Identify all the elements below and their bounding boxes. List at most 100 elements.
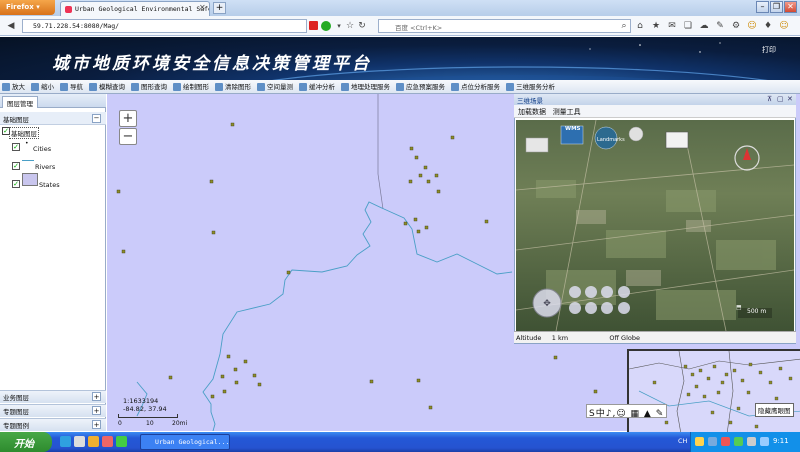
taskbar-window-label: Urban Geological... xyxy=(155,438,230,446)
tab-layer-management[interactable]: 图层管理 xyxy=(2,96,38,108)
addon-icon-1[interactable]: ✉ xyxy=(666,20,678,32)
tray-icon-4[interactable] xyxy=(734,437,743,446)
navigate-tool[interactable]: 导航 xyxy=(58,80,87,93)
zoom-out-tool[interactable]: 缩小 xyxy=(29,80,58,93)
search-icon[interactable]: ⌕ xyxy=(618,20,630,32)
addon-icon-4[interactable]: ✎ xyxy=(714,20,726,32)
close-tab-icon[interactable]: ✕ xyxy=(199,3,206,12)
address-bar[interactable]: 59.71.228.54:8080/Mag/ xyxy=(22,19,307,33)
browser-tab[interactable]: Urban Geological Environmental Safe··· xyxy=(60,1,210,16)
cities-checkbox[interactable]: ✓ xyxy=(12,143,20,151)
search-placeholder: <Ctrl+K> xyxy=(410,24,443,32)
home-icon[interactable]: ⌂ xyxy=(634,20,646,32)
load-data-button[interactable]: 加载数据 xyxy=(518,108,546,116)
clear-shape-tool[interactable]: 清除图形 xyxy=(213,80,255,93)
addon-icon-5[interactable]: ⚙ xyxy=(730,20,742,32)
measure-tools-button[interactable]: 测量工具 xyxy=(553,108,581,116)
svg-text:✥: ✥ xyxy=(543,299,551,309)
addon-icon-6[interactable]: ☺ xyxy=(746,20,758,32)
globe-canvas: ✥ ⬒ xyxy=(516,120,794,331)
states-checkbox[interactable]: ✓ xyxy=(12,180,20,188)
cursor-coordinates: -84.82, 37.94 xyxy=(123,405,167,413)
point-analysis-tool[interactable]: 点位分析服务 xyxy=(449,80,504,93)
city-point-icon: • xyxy=(25,140,29,147)
addon-icon-3[interactable]: ☁ xyxy=(698,20,710,32)
3d-tools-bar: 加载数据 测量工具 xyxy=(514,105,796,118)
svg-text:⬒: ⬒ xyxy=(736,304,742,311)
flag-icon xyxy=(309,21,318,30)
close-panel-icon[interactable]: ✕ xyxy=(787,95,793,103)
addon-icon-8[interactable]: ☺ xyxy=(778,20,790,32)
addon-icon-2[interactable]: ❏ xyxy=(682,20,694,32)
language-indicator[interactable]: CH xyxy=(678,437,687,445)
altitude-label: Altitude xyxy=(516,334,542,342)
reload-icon[interactable]: ↻ xyxy=(356,20,368,32)
ime-toolbar[interactable]: S中♪,☺ ▦ ▲ ✎ xyxy=(586,404,668,419)
3d-status-bar: Altitude 1 km Off Globe xyxy=(514,331,796,343)
collapse-icon[interactable]: − xyxy=(92,114,101,123)
expand-icon[interactable]: + xyxy=(92,420,101,429)
clock: 9:11 xyxy=(773,437,789,445)
draw-shape-tool[interactable]: 绘制图形 xyxy=(171,80,213,93)
altitude-value: 1 km xyxy=(551,334,569,342)
river-line xyxy=(202,201,385,431)
search-box[interactable]: 百度 <Ctrl+K> xyxy=(378,19,631,33)
addon-icon-7[interactable]: ♦ xyxy=(762,20,774,32)
fuzzy-query-tool[interactable]: 模糊查询 xyxy=(87,80,129,93)
overview-canvas xyxy=(629,351,800,432)
tray-icon-3[interactable] xyxy=(721,437,730,446)
emergency-plan-tool[interactable]: 应急预案服务 xyxy=(394,80,449,93)
scale-bar xyxy=(118,414,178,418)
buffer-analysis-tool[interactable]: 缓冲分析 xyxy=(297,80,339,93)
maximize-panel-icon[interactable]: ▢ xyxy=(777,95,784,103)
quicklaunch-firefox-icon[interactable] xyxy=(102,436,113,447)
3d-panel-header: 三维场景 xyxy=(514,94,796,105)
minimize-window-icon[interactable]: – xyxy=(756,1,769,13)
root-layer-label[interactable]: 基础图层 xyxy=(9,127,39,139)
search-engine-label: 百度 xyxy=(395,24,408,32)
bookmark-star-icon[interactable]: ☆ xyxy=(344,20,356,32)
3d-globe-view[interactable]: ✥ ⬒ xyxy=(516,120,794,331)
collapse-panel-icon[interactable]: ⊼ xyxy=(767,95,772,103)
start-label: 开始 xyxy=(14,439,34,450)
landmarks-label: Landmarks xyxy=(597,137,625,143)
go-icon[interactable] xyxy=(321,21,331,31)
quicklaunch-folder-icon[interactable] xyxy=(88,436,99,447)
state-polygon-icon xyxy=(22,173,38,186)
state-boundary xyxy=(377,94,384,210)
expand-icon[interactable]: + xyxy=(92,406,101,415)
thematic-layer-label: 专题图层 xyxy=(3,408,29,416)
shape-query-tool[interactable]: 图形查询 xyxy=(129,80,171,93)
bookmarks-icon[interactable]: ★ xyxy=(650,20,662,32)
zoom-in-button[interactable]: + xyxy=(119,110,137,127)
close-window-icon[interactable]: ✕ xyxy=(784,1,797,13)
network-icon[interactable] xyxy=(760,437,769,446)
wms-label: WMS xyxy=(565,126,581,132)
volume-icon[interactable] xyxy=(747,437,756,446)
layer-name-cities: Cities xyxy=(33,145,52,153)
print-link[interactable]: 打印 xyxy=(762,45,776,55)
geoprocessing-tool[interactable]: 地理处理服务 xyxy=(339,80,394,93)
back-icon[interactable]: ◀ xyxy=(5,20,17,32)
zoom-in-tool[interactable]: 放大 xyxy=(0,80,29,93)
river-line-icon xyxy=(22,160,34,161)
firefox-menu-button[interactable]: Firefox ▾ xyxy=(0,0,55,15)
measure-tool[interactable]: 空间量测 xyxy=(255,80,297,93)
quicklaunch-ie-icon[interactable] xyxy=(60,436,71,447)
layer-name-states: States xyxy=(39,181,60,189)
expand-icon[interactable]: + xyxy=(92,392,101,401)
tray-icon-2[interactable] xyxy=(708,437,717,446)
rivers-checkbox[interactable]: ✓ xyxy=(12,162,20,170)
taskbar-window-button[interactable]: Urban Geological... xyxy=(140,434,230,450)
hide-overview-button[interactable]: 隐藏鹰眼图 xyxy=(755,403,794,417)
restore-window-icon[interactable]: ❐ xyxy=(770,1,783,13)
overview-map[interactable] xyxy=(627,349,800,432)
quicklaunch-app-icon[interactable] xyxy=(74,436,85,447)
3d-analysis-tool[interactable]: 三维服务分析 xyxy=(504,80,559,93)
new-tab-button[interactable]: + xyxy=(213,2,226,14)
tray-icon-1[interactable] xyxy=(695,437,704,446)
start-button[interactable]: 开始 xyxy=(0,432,52,452)
quicklaunch-app2-icon[interactable] xyxy=(116,436,127,447)
zoom-out-button[interactable]: − xyxy=(119,128,137,145)
map-scale: 1:1633194 xyxy=(123,397,159,405)
